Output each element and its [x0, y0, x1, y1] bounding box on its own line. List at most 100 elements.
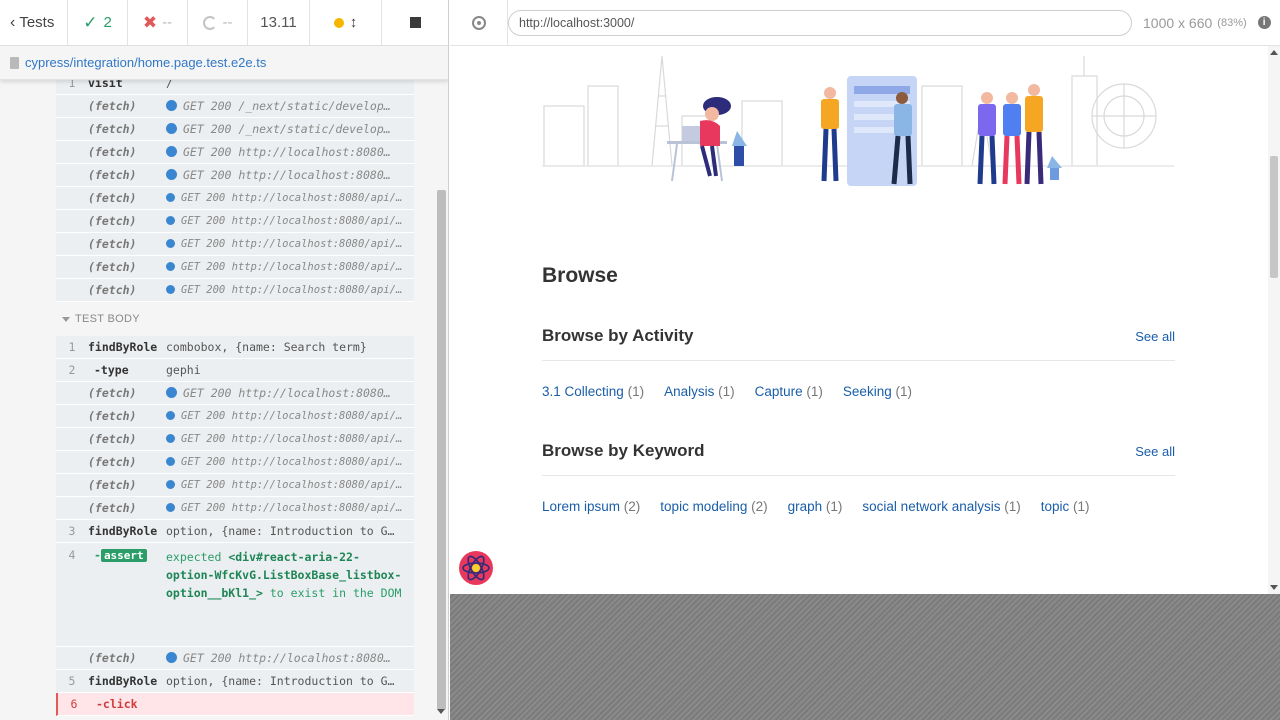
- selector-playground-button[interactable]: [450, 0, 508, 46]
- command-row[interactable]: 6 -click: [56, 693, 414, 716]
- url-text: http://localhost:3000/: [519, 15, 635, 30]
- command-row-assert[interactable]: 4 - assert expected <div#react-aria-22-op…: [56, 543, 414, 647]
- command-name: (fetch): [88, 283, 137, 297]
- auto-scroll-toggle[interactable]: ↕: [310, 0, 382, 46]
- fetch-row[interactable]: (fetch) GET 200 http://localhost:8080/api…: [56, 187, 414, 210]
- command-row[interactable]: 1 findByRole combobox, {name: Search term}: [56, 336, 414, 359]
- command-message: GET 200 http://localhost:8080…: [166, 168, 414, 182]
- tag-link[interactable]: graph (1): [788, 499, 843, 514]
- scroll-down-icon[interactable]: [1270, 585, 1278, 590]
- reporter-stats-bar: ‹ Tests ✓ 2 ✖ -- -- 13.11 ↕: [0, 0, 448, 46]
- command-message: GET 200 http://localhost:8080…: [166, 145, 414, 159]
- aut-backdrop: [450, 594, 1280, 720]
- passed-value: 2: [103, 14, 112, 31]
- tag-label: Seeking: [842, 384, 892, 399]
- fetch-text: GET 200 http://localhost:8080/api/i…: [181, 284, 409, 296]
- fetch-text: GET 200 http://localhost:8080/api/i…: [181, 261, 409, 273]
- command-message: option, {name: Introduction to G…: [166, 524, 395, 538]
- tag-link[interactable]: Lorem ipsum (2): [542, 499, 640, 514]
- fetch-row[interactable]: (fetch) GET 200 http://localhost:8080…: [56, 164, 414, 187]
- react-devtools-icon[interactable]: [458, 550, 494, 586]
- command-message: GET 200 http://localhost:8080/api/i…: [166, 261, 414, 273]
- viewport-info[interactable]: 1000 x 660 (83%) i: [1143, 15, 1271, 31]
- command-name: findByRole: [88, 524, 158, 538]
- command-name: (fetch): [88, 432, 137, 446]
- command-message: GET 200 /_next/static/develop…: [166, 122, 414, 136]
- xhr-status-dot-icon: [166, 262, 175, 271]
- aut-scrollbar[interactable]: [1268, 46, 1280, 594]
- tag-link[interactable]: social network analysis (1): [862, 499, 1020, 514]
- tag-link[interactable]: topic (1): [1041, 499, 1090, 514]
- command-row[interactable]: 5 findByRole option, {name: Introduction t…: [56, 670, 414, 693]
- fetch-row[interactable]: (fetch) GET 200 http://localhost:8080/api…: [56, 474, 414, 497]
- fetch-row[interactable]: (fetch) GET 200 http://localhost:8080/api…: [56, 428, 414, 451]
- fetch-row[interactable]: (fetch) GET 200 http://localhost:8080/api…: [56, 256, 414, 279]
- command-name: - assert: [88, 548, 166, 562]
- fetch-row[interactable]: (fetch) GET 200 http://localhost:8080/api…: [56, 210, 414, 233]
- reporter-scrollbar[interactable]: [434, 46, 448, 720]
- tag-label: Analysis: [664, 384, 715, 399]
- tag-link[interactable]: Seeking (1): [843, 384, 912, 399]
- fetch-row[interactable]: (fetch) GET 200 http://localhost:8080…: [56, 141, 414, 164]
- command-number: 3: [68, 524, 76, 538]
- reporter-scroll-thumb[interactable]: [437, 190, 446, 710]
- crosshair-icon: [471, 15, 486, 30]
- fetch-text: GET 200 http://localhost:8080/api/i…: [181, 433, 409, 445]
- xhr-status-dot-icon: [166, 285, 175, 294]
- command-message: GET 200 /_next/static/develop…: [166, 99, 414, 113]
- scroll-up-icon[interactable]: [1270, 50, 1278, 55]
- spec-file-link[interactable]: cypress/integration/home.page.test.e2e.t…: [25, 55, 266, 70]
- fetch-row[interactable]: (fetch) GET 200 /_next/static/develop…: [56, 95, 414, 118]
- command-name: (fetch): [88, 386, 137, 400]
- tag-label: social network analysis: [862, 499, 1001, 514]
- scroll-down-icon[interactable]: [437, 709, 445, 714]
- x-icon: ✖: [142, 12, 158, 32]
- fetch-row[interactable]: (fetch) GET 200 http://localhost:8080…: [56, 647, 414, 670]
- stop-icon: [410, 17, 421, 28]
- xhr-status-dot-icon: [166, 434, 175, 443]
- xhr-status-dot-icon: [166, 100, 177, 111]
- tag-count: (1): [895, 384, 912, 399]
- command-row[interactable]: 1 visit /: [56, 80, 414, 95]
- failed-value: --: [162, 14, 173, 31]
- xhr-status-dot-icon: [166, 239, 175, 248]
- tag-link[interactable]: Capture (1): [755, 384, 823, 399]
- activity-see-all-link[interactable]: See all: [1135, 329, 1175, 344]
- tag-link[interactable]: topic modeling (2): [660, 499, 767, 514]
- fetch-text: GET 200 http://localhost:8080/api/i…: [181, 502, 409, 514]
- fetch-row[interactable]: (fetch) GET 200 http://localhost:8080/api…: [56, 405, 414, 428]
- tag-link[interactable]: Analysis (1): [664, 384, 735, 399]
- keyword-see-all-link[interactable]: See all: [1135, 444, 1175, 459]
- aut-scroll-thumb[interactable]: [1270, 156, 1278, 278]
- tag-label: topic modeling: [660, 499, 748, 514]
- info-icon[interactable]: i: [1257, 16, 1271, 29]
- fetch-row[interactable]: (fetch) GET 200 http://localhost:8080/api…: [56, 451, 414, 474]
- command-name: (fetch): [88, 99, 137, 113]
- tag-label: 3.1 Collecting: [542, 384, 624, 399]
- stop-button[interactable]: [382, 0, 448, 46]
- assert-tail: to exist in the DOM: [269, 586, 402, 600]
- command-name: (fetch): [88, 145, 137, 159]
- xhr-status-dot-icon: [166, 411, 175, 420]
- url-bar[interactable]: http://localhost:3000/: [508, 9, 1132, 36]
- tag-label: topic: [1040, 499, 1070, 514]
- viewport-zoom: (83%): [1217, 16, 1247, 29]
- running-indicator-icon: [333, 17, 344, 28]
- test-body-section[interactable]: TEST BODY: [56, 302, 414, 336]
- hero-illustration: [542, 55, 1174, 186]
- xhr-status-dot-icon: [166, 387, 177, 398]
- spec-file-header[interactable]: cypress/integration/home.page.test.e2e.t…: [0, 46, 448, 80]
- command-row[interactable]: 3 findByRole option, {name: Introduction t…: [56, 520, 414, 543]
- command-row[interactable]: 2 -type gephi: [56, 359, 414, 382]
- tests-back-button[interactable]: ‹ Tests: [0, 0, 68, 46]
- fetch-text: GET 200 /_next/static/develop…: [183, 122, 391, 136]
- fetch-row[interactable]: (fetch) GET 200 http://localhost:8080/api…: [56, 279, 414, 302]
- command-message: combobox, {name: Search term}: [166, 340, 367, 354]
- fetch-row[interactable]: (fetch) GET 200 http://localhost:8080/api…: [56, 233, 414, 256]
- command-message: GET 200 http://localhost:8080/api/i…: [166, 238, 414, 250]
- fetch-row[interactable]: (fetch) GET 200 /_next/static/develop…: [56, 118, 414, 141]
- fetch-row[interactable]: (fetch) GET 200 http://localhost:8080…: [56, 382, 414, 405]
- fetch-row[interactable]: (fetch) GET 200 http://localhost:8080/api…: [56, 497, 414, 520]
- xhr-status-dot-icon: [166, 216, 175, 225]
- tag-link[interactable]: 3.1 Collecting (1): [542, 384, 644, 399]
